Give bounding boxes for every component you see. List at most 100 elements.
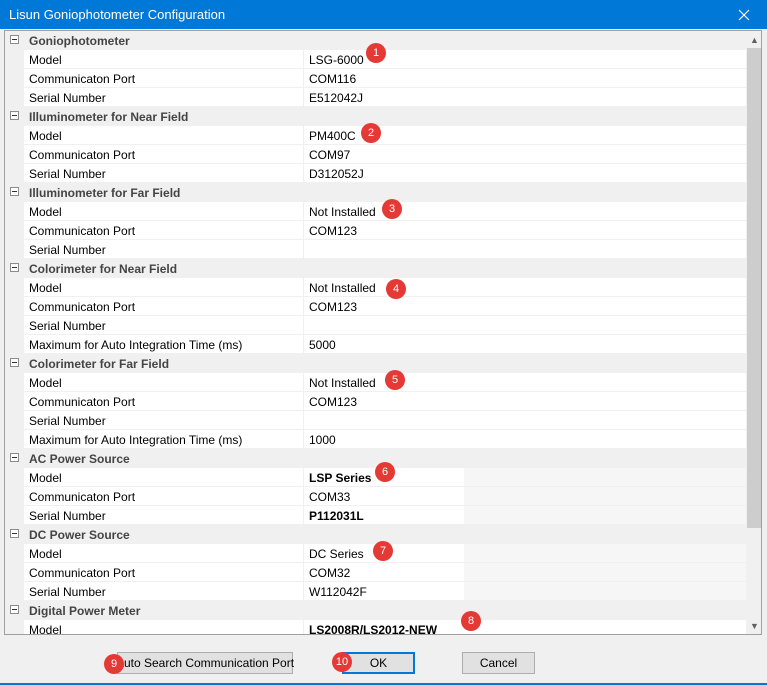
scroll-up-icon[interactable]: ▲ <box>746 31 761 48</box>
property-row[interactable]: Serial Number W112042F <box>5 582 746 601</box>
property-value[interactable]: E512042J <box>304 88 746 107</box>
property-value[interactable]: COM97 <box>304 145 746 164</box>
property-name: Model <box>24 468 304 487</box>
collapse-icon[interactable] <box>10 453 19 462</box>
property-row[interactable]: Serial Number E512042J <box>5 88 746 107</box>
property-row[interactable]: Communicaton Port COM32 <box>5 563 746 582</box>
property-name: Serial Number <box>24 240 304 259</box>
property-name: Model <box>24 126 304 145</box>
property-name: Communicaton Port <box>24 487 304 506</box>
property-row[interactable]: Maximum for Auto Integration Time (ms) 10… <box>5 430 746 449</box>
property-value[interactable]: W112042F <box>304 582 746 601</box>
property-name: Communicaton Port <box>24 69 304 88</box>
property-name: Communicaton Port <box>24 145 304 164</box>
collapse-icon[interactable] <box>10 111 19 120</box>
category-colorimeter-near-field[interactable]: Colorimeter for Near Field <box>5 259 746 278</box>
property-value[interactable]: 5000 <box>304 335 746 354</box>
property-row[interactable]: Model Not Installed <box>5 202 746 221</box>
property-value[interactable]: COM123 <box>304 392 746 411</box>
property-value[interactable]: Not Installed <box>304 278 746 297</box>
property-value[interactable]: COM116 <box>304 69 746 88</box>
property-name: Serial Number <box>24 88 304 107</box>
property-row[interactable]: Communicaton Port COM97 <box>5 145 746 164</box>
category-dc-power-source[interactable]: DC Power Source <box>5 525 746 544</box>
property-value[interactable]: COM32 <box>304 563 746 582</box>
category-label: Digital Power Meter <box>29 604 141 618</box>
scroll-down-icon[interactable]: ▼ <box>746 617 761 634</box>
window-title: Lisun Goniophotometer Configuration <box>9 7 226 22</box>
ok-button[interactable]: OK <box>342 652 415 674</box>
property-value[interactable]: Not Installed <box>304 373 746 392</box>
category-colorimeter-far-field[interactable]: Colorimeter for Far Field <box>5 354 746 373</box>
collapse-icon[interactable] <box>10 187 19 196</box>
property-row[interactable]: Communicaton Port COM116 <box>5 69 746 88</box>
property-value[interactable] <box>304 411 746 430</box>
property-name: Model <box>24 278 304 297</box>
property-row[interactable]: Communicaton Port COM123 <box>5 297 746 316</box>
property-row[interactable]: Serial Number D312052J <box>5 164 746 183</box>
property-row[interactable]: Serial Number P112031L <box>5 506 746 525</box>
property-value[interactable]: Not Installed <box>304 202 746 221</box>
property-row[interactable]: Communicaton Port COM123 <box>5 221 746 240</box>
collapse-icon[interactable] <box>10 35 19 44</box>
property-name: Model <box>24 50 304 69</box>
callout-marker: 2 <box>361 123 381 143</box>
property-name: Serial Number <box>24 582 304 601</box>
property-row[interactable]: Model Not Installed <box>5 373 746 392</box>
callout-marker: 9 <box>104 654 124 674</box>
property-row[interactable]: Serial Number <box>5 240 746 259</box>
category-illuminometer-far-field[interactable]: Illuminometer for Far Field <box>5 183 746 202</box>
property-value[interactable]: COM123 <box>304 297 746 316</box>
property-value[interactable]: P112031L <box>304 506 746 525</box>
property-name: Model <box>24 373 304 392</box>
property-row[interactable]: Model LS2008R/LS2012-NEW <box>5 620 746 634</box>
category-label: Illuminometer for Near Field <box>29 110 189 124</box>
callout-marker: 5 <box>385 370 405 390</box>
category-label: AC Power Source <box>29 452 130 466</box>
property-row[interactable]: Serial Number <box>5 411 746 430</box>
category-ac-power-source[interactable]: AC Power Source <box>5 449 746 468</box>
collapse-icon[interactable] <box>10 605 19 614</box>
property-name: Model <box>24 620 304 634</box>
property-value[interactable]: D312052J <box>304 164 746 183</box>
collapse-icon[interactable] <box>10 263 19 272</box>
property-name: Serial Number <box>24 506 304 525</box>
property-name: Maximum for Auto Integration Time (ms) <box>24 335 304 354</box>
title-bar: Lisun Goniophotometer Configuration <box>0 0 767 29</box>
property-name: Communicaton Port <box>24 392 304 411</box>
category-label: Colorimeter for Far Field <box>29 357 170 371</box>
category-digital-power-meter[interactable]: Digital Power Meter <box>5 601 746 620</box>
property-value[interactable]: LSP Series <box>304 468 746 487</box>
scrollbar-thumb[interactable] <box>747 48 761 528</box>
category-label: DC Power Source <box>29 528 130 542</box>
property-name: Maximum for Auto Integration Time (ms) <box>24 430 304 449</box>
property-value[interactable]: DC Series <box>304 544 746 563</box>
auto-search-button[interactable]: Auto Search Communication Port <box>116 652 294 674</box>
callout-marker: 6 <box>375 462 395 482</box>
close-icon[interactable] <box>721 0 767 29</box>
property-row[interactable]: Model Not Installed <box>5 278 746 297</box>
callout-marker: 1 <box>366 43 386 63</box>
callout-marker: 8 <box>461 611 481 631</box>
property-row[interactable]: Communicaton Port COM33 <box>5 487 746 506</box>
property-value[interactable]: COM123 <box>304 221 746 240</box>
property-value[interactable]: COM33 <box>304 487 746 506</box>
property-value[interactable]: LS2008R/LS2012-NEW <box>304 620 746 634</box>
collapse-icon[interactable] <box>10 529 19 538</box>
category-label: Illuminometer for Far Field <box>29 186 181 200</box>
property-value[interactable]: 1000 <box>304 430 746 449</box>
property-row[interactable]: Maximum for Auto Integration Time (ms) 50… <box>5 335 746 354</box>
property-name: Serial Number <box>24 164 304 183</box>
cancel-button[interactable]: Cancel <box>462 652 535 674</box>
property-name: Model <box>24 202 304 221</box>
property-row[interactable]: Serial Number <box>5 316 746 335</box>
vertical-scrollbar[interactable]: ▲ ▼ <box>746 31 761 634</box>
property-name: Communicaton Port <box>24 563 304 582</box>
collapse-icon[interactable] <box>10 358 19 367</box>
property-value[interactable] <box>304 316 746 335</box>
callout-marker: 7 <box>373 541 393 561</box>
property-value[interactable] <box>304 240 746 259</box>
property-row[interactable]: Communicaton Port COM123 <box>5 392 746 411</box>
property-name: Serial Number <box>24 316 304 335</box>
callout-marker: 4 <box>386 279 406 299</box>
